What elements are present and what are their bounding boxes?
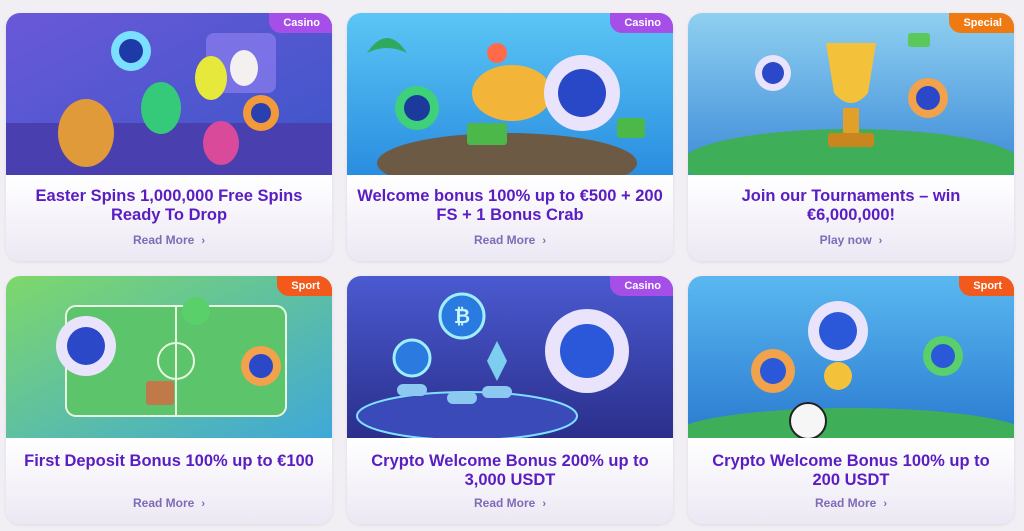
- chevron-right-icon: ›: [878, 235, 883, 247]
- promo-title: Welcome bonus 100% up to €500 + 200 FS +…: [357, 187, 663, 224]
- read-more-link[interactable]: Read More ›: [688, 496, 1014, 510]
- svg-text:₿: ₿: [454, 306, 470, 328]
- promo-image-crypto-100: [688, 276, 1014, 438]
- category-badge: Special: [949, 13, 1014, 33]
- chevron-right-icon: ›: [542, 235, 547, 247]
- play-now-link[interactable]: Play now ›: [688, 233, 1014, 247]
- link-label: Read More: [132, 496, 195, 510]
- link-label: Play now: [819, 233, 872, 247]
- promo-title: Crypto Welcome Bonus 200% up to 3,000 US…: [371, 452, 649, 489]
- promo-image-first-deposit: [6, 276, 332, 438]
- chevron-right-icon: ›: [201, 235, 206, 247]
- promo-image-welcome-bonus: [347, 13, 673, 175]
- promotions-grid: Casino Easter Spins 1,000,000 Free Spins…: [0, 0, 1024, 531]
- link-label: Read More: [473, 233, 536, 247]
- promo-card-easter-spins[interactable]: Casino Easter Spins 1,000,000 Free Spins…: [6, 13, 332, 261]
- promo-card-first-deposit[interactable]: Sport First Deposit Bonus 100% up to €10…: [6, 276, 332, 524]
- link-label: Read More: [473, 496, 536, 510]
- promo-card-welcome-bonus[interactable]: Casino Welcome bonus 100% up to €500 + 2…: [347, 13, 673, 261]
- promo-image-crypto-200: ₿: [347, 276, 673, 438]
- promo-title: Easter Spins 1,000,000 Free Spins Ready …: [35, 187, 303, 224]
- chevron-right-icon: ›: [542, 498, 547, 510]
- category-badge: Casino: [610, 13, 673, 33]
- promo-image-easter-spins: [6, 13, 332, 175]
- promo-title: Crypto Welcome Bonus 100% up to 200 USDT: [712, 452, 990, 489]
- promo-title: Join our Tournaments – win €6,000,000!: [741, 187, 961, 224]
- promo-card-crypto-100[interactable]: Sport Crypto Welcome Bonus 100% up to 20…: [688, 276, 1014, 524]
- card-footer: [6, 438, 332, 524]
- promo-card-tournaments[interactable]: Special Join our Tournaments – win €6,00…: [688, 13, 1014, 261]
- chevron-right-icon: ›: [201, 498, 206, 510]
- read-more-link[interactable]: Read More ›: [6, 233, 332, 247]
- category-badge: Casino: [610, 276, 673, 296]
- category-badge: Sport: [277, 276, 332, 296]
- link-label: Read More: [814, 496, 877, 510]
- chevron-right-icon: ›: [883, 498, 888, 510]
- read-more-link[interactable]: Read More ›: [347, 233, 673, 247]
- promo-card-crypto-200[interactable]: ₿ Casino Crypto Welcome Bonus 200% up to…: [347, 276, 673, 524]
- promo-image-tournaments: [688, 13, 1014, 175]
- read-more-link[interactable]: Read More ›: [347, 496, 673, 510]
- promo-title: First Deposit Bonus 100% up to €100: [24, 452, 314, 470]
- read-more-link[interactable]: Read More ›: [6, 496, 332, 510]
- link-label: Read More: [132, 233, 195, 247]
- category-badge: Sport: [959, 276, 1014, 296]
- category-badge: Casino: [269, 13, 332, 33]
